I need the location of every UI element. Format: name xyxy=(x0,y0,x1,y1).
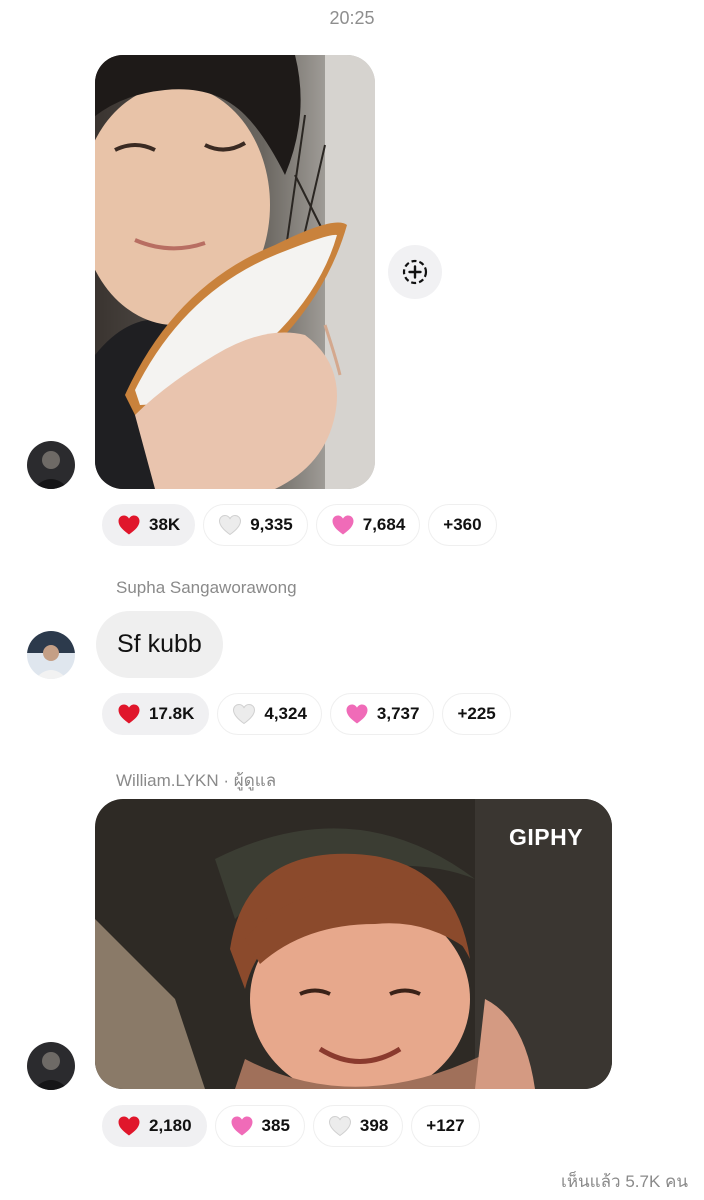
reaction-count: 9,335 xyxy=(250,515,293,534)
reaction-bar: 38K 9,335 7,684 +360 xyxy=(102,504,497,546)
reaction-count: 38K xyxy=(149,515,181,534)
reaction-chip[interactable]: 2,180 xyxy=(102,1105,207,1147)
pink-heart-icon xyxy=(331,513,355,537)
pink-heart-icon xyxy=(345,702,369,726)
sender-label: William.LYKN · ผู้ดูแล xyxy=(116,767,276,794)
sender-name: William.LYKN xyxy=(116,771,219,790)
white-heart-icon xyxy=(232,702,256,726)
white-heart-icon xyxy=(218,513,242,537)
reaction-chip[interactable]: 38K xyxy=(102,504,196,546)
avatar[interactable] xyxy=(27,1042,75,1090)
more-reactions-chip[interactable]: +225 xyxy=(442,693,511,735)
reaction-bar: 17.8K 4,324 3,737 +225 xyxy=(102,693,511,735)
reaction-count: 3,737 xyxy=(376,704,420,723)
reaction-bar: 2,180 385 398 +127 xyxy=(102,1105,480,1147)
reaction-count: 17.8K xyxy=(149,704,195,723)
reaction-chip[interactable]: 398 xyxy=(312,1105,404,1147)
giphy-logo: GIPHY xyxy=(509,824,584,850)
more-reactions-chip[interactable]: +360 xyxy=(428,504,497,546)
more-reactions-count: +127 xyxy=(426,1116,465,1135)
reaction-count: 7,684 xyxy=(362,515,406,534)
more-reactions-chip[interactable]: +127 xyxy=(411,1105,480,1147)
seen-by-count: เห็นแล้ว 5.7K คน xyxy=(561,1172,688,1191)
text-message-bubble[interactable]: Sf kubb xyxy=(96,611,223,678)
reaction-chip[interactable]: 7,684 xyxy=(315,504,421,546)
reaction-count: 2,180 xyxy=(149,1116,192,1135)
avatar[interactable] xyxy=(27,631,75,679)
red-heart-icon xyxy=(117,1114,141,1138)
add-reaction-button[interactable] xyxy=(388,245,442,299)
reaction-count: 398 xyxy=(359,1116,389,1135)
message-text: Sf kubb xyxy=(117,630,202,658)
avatar[interactable] xyxy=(27,441,75,489)
message-timestamp: 20:25 xyxy=(329,8,375,28)
sender-name: Supha Sangaworawong xyxy=(116,578,297,597)
white-heart-icon xyxy=(328,1114,352,1138)
add-reaction-icon xyxy=(402,259,428,285)
reaction-count: 385 xyxy=(261,1116,290,1135)
reaction-chip[interactable]: 17.8K xyxy=(102,693,210,735)
more-reactions-count: +360 xyxy=(443,515,482,534)
reaction-chip[interactable]: 9,335 xyxy=(203,504,308,546)
reaction-chip[interactable]: 4,324 xyxy=(217,693,322,735)
more-reactions-count: +225 xyxy=(457,704,496,723)
reaction-count: 4,324 xyxy=(264,704,307,723)
red-heart-icon xyxy=(117,702,141,726)
red-heart-icon xyxy=(117,513,141,537)
reaction-chip[interactable]: 385 xyxy=(214,1105,305,1147)
photo-message[interactable] xyxy=(95,55,375,489)
pink-heart-icon xyxy=(230,1114,254,1138)
photo-selfie-with-bread xyxy=(95,55,375,489)
sender-role: · ผู้ดูแล xyxy=(218,771,277,790)
reaction-chip[interactable]: 3,737 xyxy=(329,693,435,735)
